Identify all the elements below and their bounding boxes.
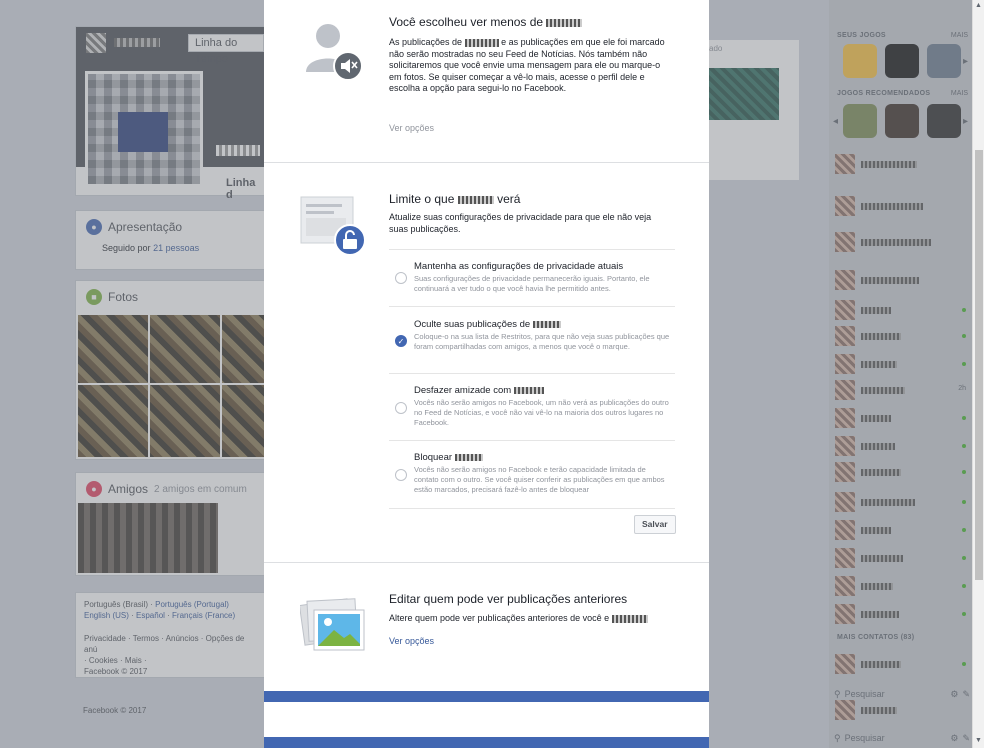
padlock-privacy-icon bbox=[300, 196, 366, 256]
section3-body: Altere quem pode ver publicações anterio… bbox=[389, 613, 671, 625]
divider bbox=[264, 162, 709, 163]
scroll-down-icon[interactable]: ▼ bbox=[975, 737, 982, 744]
section1-body: As publicações de e as publicações em qu… bbox=[389, 37, 665, 93]
section1-title: Você escolheu ver menos de bbox=[389, 15, 583, 29]
check-icon: ✓ bbox=[397, 337, 405, 346]
divider bbox=[264, 562, 709, 563]
section2-body: Atualize suas configurações de privacida… bbox=[389, 212, 652, 234]
unfollow-options-dialog: Você escolheu ver menos de As publicaçõe… bbox=[264, 0, 709, 748]
muted-person-icon bbox=[304, 20, 366, 82]
option-unfriend[interactable]: Desfazer amizade com Vocês não serão ami… bbox=[389, 373, 675, 440]
options-bottom-divider bbox=[389, 508, 675, 509]
radio-block[interactable] bbox=[395, 469, 407, 481]
option-desc: Coloque-o na sua lista de Restritos, par… bbox=[414, 332, 670, 351]
option-title: Desfazer amizade com bbox=[414, 385, 544, 396]
option-hide-posts[interactable]: ✓ Oculte suas publicações de Coloque-o n… bbox=[389, 306, 675, 373]
dialog-blue-bar-2 bbox=[264, 737, 709, 748]
section2-title: Limite o que verá bbox=[389, 192, 521, 206]
radio-unfriend[interactable] bbox=[395, 402, 407, 414]
save-button[interactable]: Salvar bbox=[634, 515, 676, 534]
section1-view-options-link[interactable]: Ver opções bbox=[389, 123, 434, 133]
photo-stack-icon bbox=[298, 596, 368, 656]
option-title: Bloquear bbox=[414, 452, 483, 463]
radio-hide-posts[interactable]: ✓ bbox=[395, 335, 407, 347]
section3-view-options-link[interactable]: Ver opções bbox=[389, 636, 434, 646]
dialog-blue-bar bbox=[264, 691, 709, 702]
section3-title: Editar quem pode ver publicações anterio… bbox=[389, 592, 628, 606]
option-desc: Vocês não serão amigos no Facebook e ter… bbox=[414, 465, 665, 494]
option-desc: Vocês não serão amigos no Facebook, um n… bbox=[414, 398, 669, 427]
option-title: Oculte suas publicações de bbox=[414, 319, 561, 330]
option-title: Mantenha as configurações de privacidade… bbox=[414, 261, 624, 272]
scroll-thumb[interactable] bbox=[975, 150, 983, 580]
radio-keep-privacy[interactable] bbox=[395, 272, 407, 284]
option-block[interactable]: Bloquear Vocês não serão amigos no Faceb… bbox=[389, 440, 675, 508]
option-desc: Suas configurações de privacidade perman… bbox=[414, 274, 650, 293]
page-scrollbar[interactable]: ▲ ▼ bbox=[972, 0, 984, 748]
scroll-up-icon[interactable]: ▲ bbox=[975, 2, 982, 9]
option-keep-privacy[interactable]: Mantenha as configurações de privacidade… bbox=[389, 249, 675, 306]
